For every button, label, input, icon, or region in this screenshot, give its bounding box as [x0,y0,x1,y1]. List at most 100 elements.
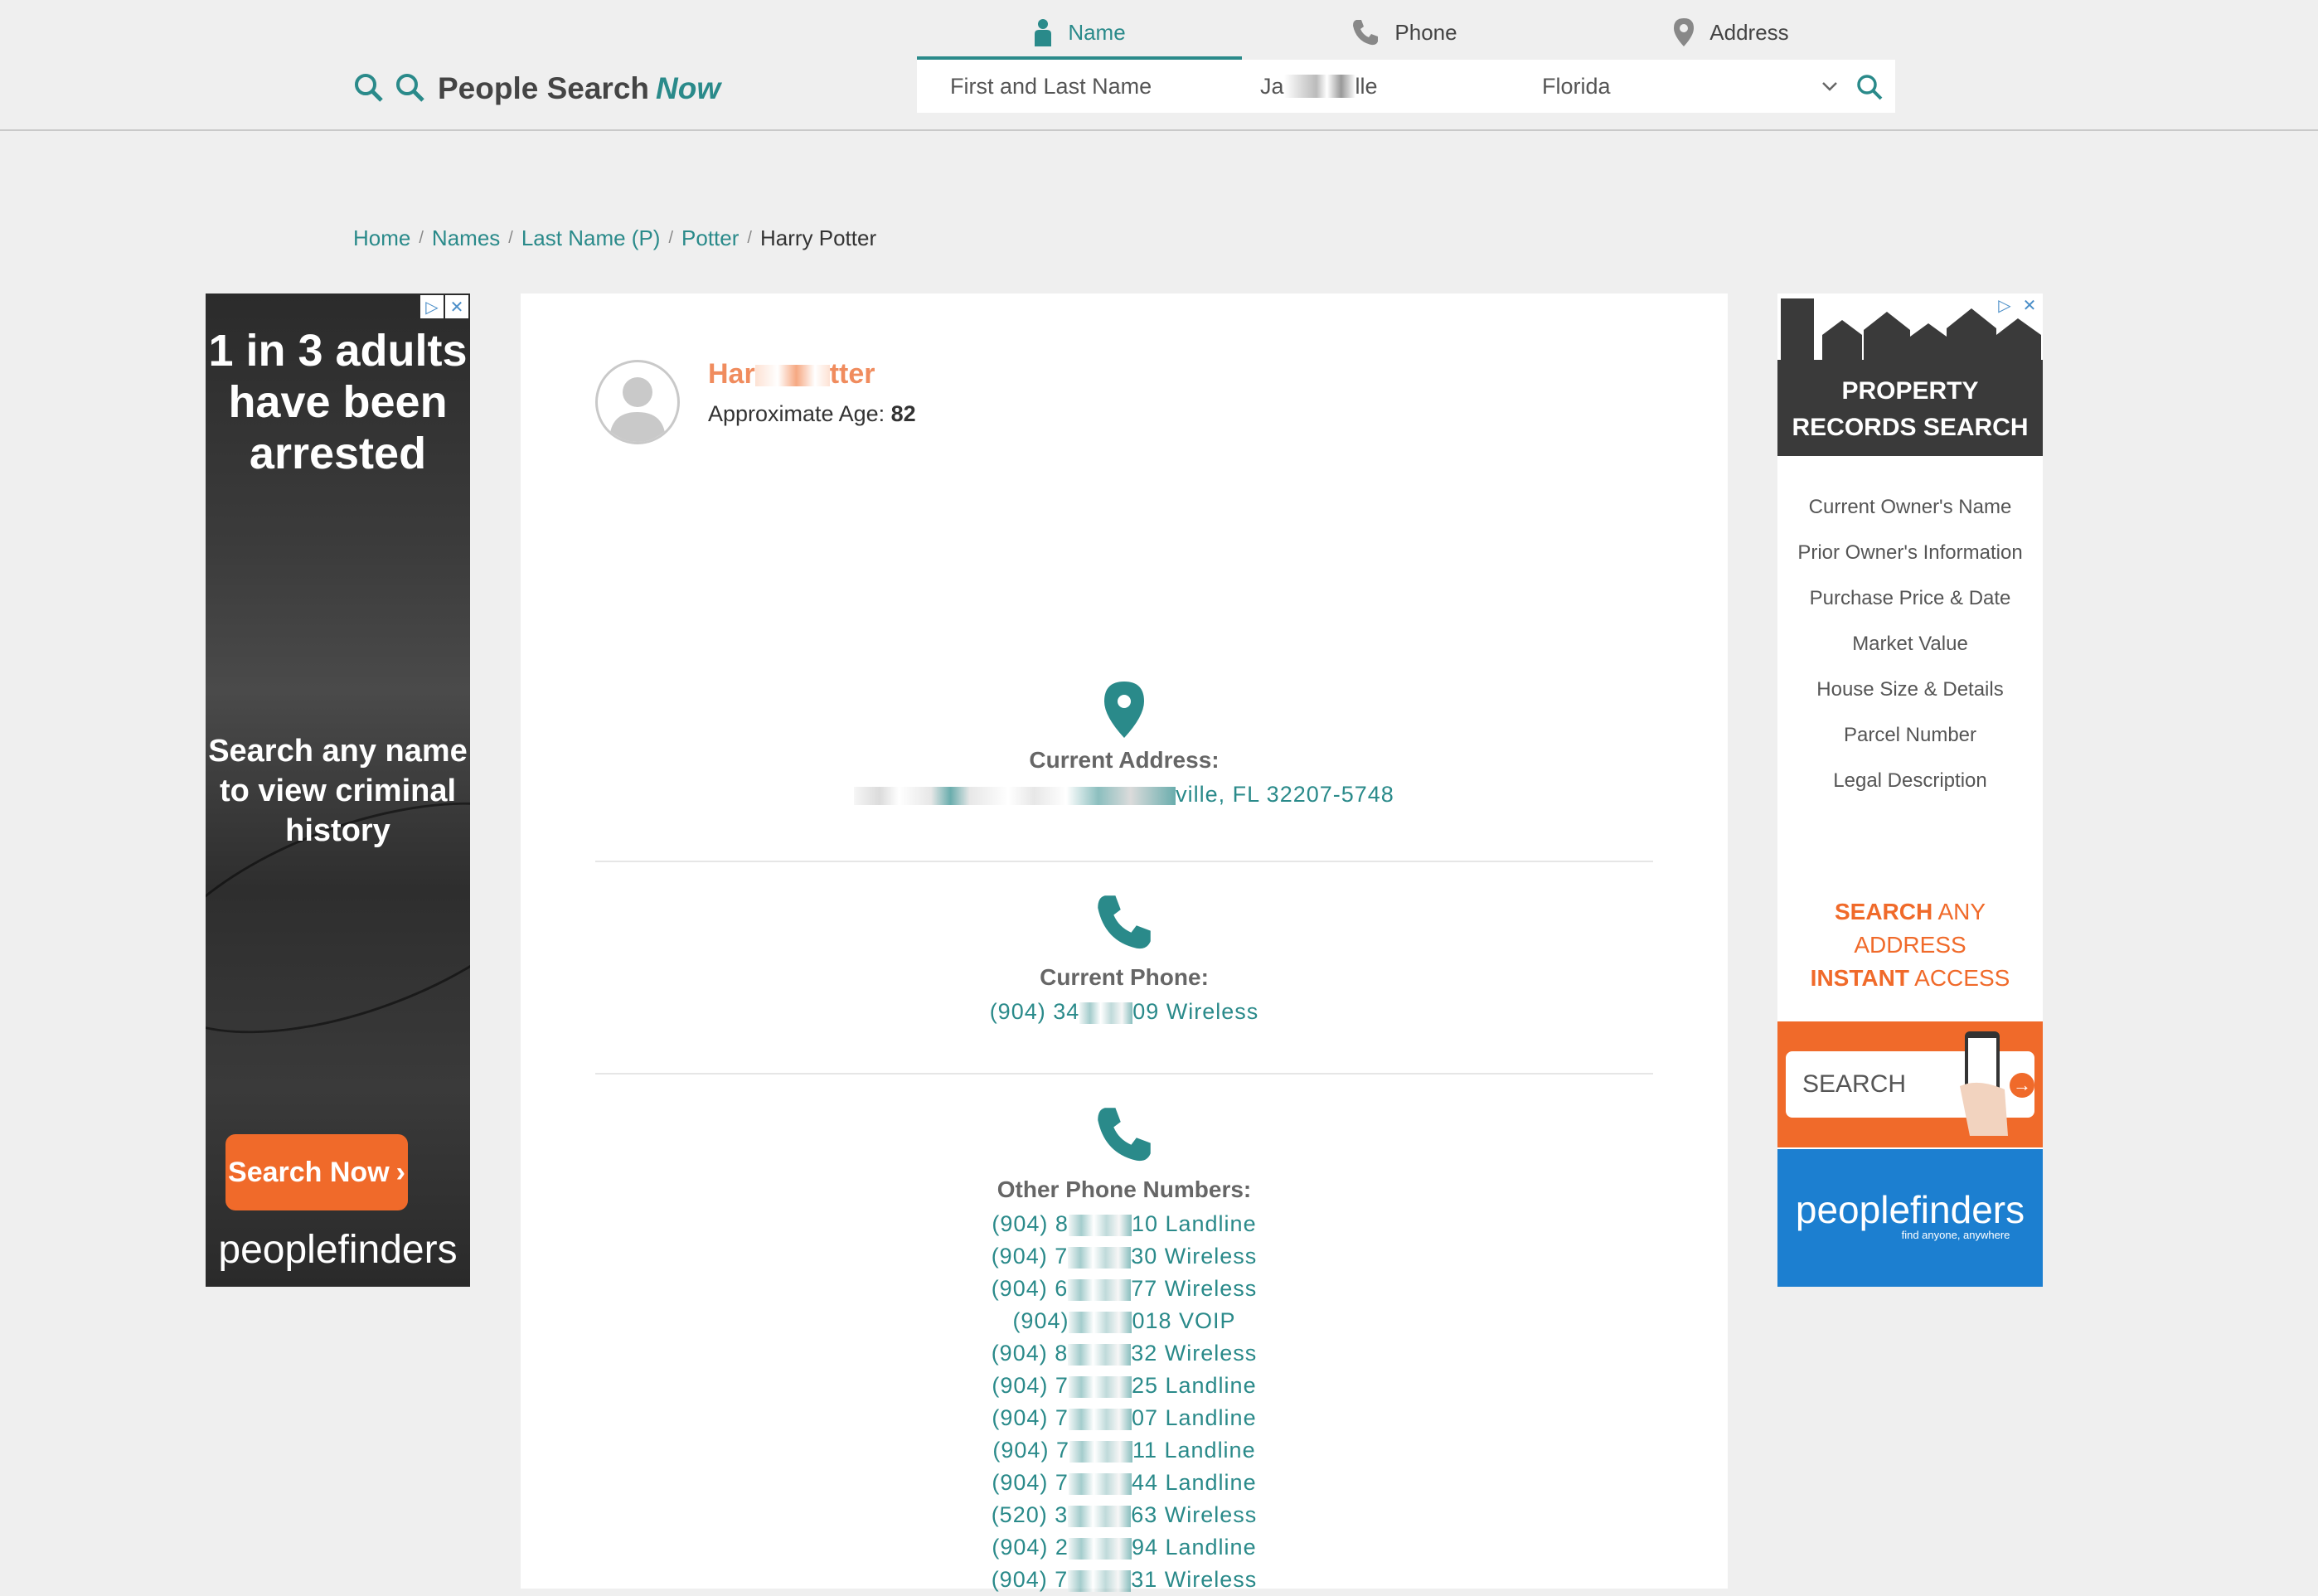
site-logo[interactable]: People Search Now [352,68,720,109]
ad-feature-item: Purchase Price & Date [1809,587,2011,609]
person-name[interactable]: Har tter [708,358,875,391]
breadcrumb-last-name[interactable]: Last Name (P) [521,226,661,251]
redacted-block [1068,1246,1132,1269]
ad-property-header: ▷ ✕ PROPERTY RECORDS SEARCH [1777,293,2043,456]
ad-feature-item: Current Owner's Name [1808,496,2012,518]
city-suffix: lle [1355,73,1378,99]
ad-left-banner[interactable]: ▷ ✕ 1 in 3 adults have been arrested Sear… [206,293,470,1287]
phone-icon [1098,895,1151,949]
other-phones-section: Other Phone Numbers: (904) 8 10 Landline … [595,1104,1653,1596]
avatar [595,360,680,444]
state-select[interactable]: Florida [1542,60,1824,113]
breadcrumb-home[interactable]: Home [353,226,410,251]
ad-feature-item: House Size & Details [1816,678,2004,701]
breadcrumb: Home / Names / Last Name (P) / Potter / … [353,226,876,251]
tab-name[interactable]: Name [917,8,1242,60]
close-icon[interactable]: ✕ [2018,293,2041,317]
person-placeholder-icon [609,377,666,442]
phone-list-item[interactable]: (904) 6 77 Wireless [595,1273,1653,1305]
breadcrumb-separator: / [419,229,424,247]
phone-list-item[interactable]: (904) 018 VOIP [595,1305,1653,1337]
redacted-block [1079,1002,1133,1024]
phone-list-item[interactable]: (904) 8 32 Wireless [595,1337,1653,1370]
redacted-block [1068,1278,1132,1301]
breadcrumb-surname[interactable]: Potter [681,226,739,251]
breadcrumb-current: Harry Potter [759,226,877,250]
phone-list-item[interactable]: (904) 7 44 Landline [595,1467,1653,1499]
redacted-block [1068,1343,1132,1366]
tab-address-label: Address [1709,19,1789,45]
section-divider [595,1073,1653,1075]
ad-skyline-image: ▷ ✕ [1777,293,2043,360]
location-pin-icon [1104,682,1144,738]
breadcrumb-names[interactable]: Names [432,226,500,251]
location-pin-icon [1674,18,1695,46]
phone-icon [1353,20,1379,46]
ad-property-title: PROPERTY RECORDS SEARCH [1792,377,2029,441]
current-phone-value[interactable]: (904) 34 09 Wireless [595,999,1653,1025]
ad-brand-logo: peoplefinders [1795,1188,2025,1231]
phone-list-item[interactable]: (904) 7 30 Wireless [595,1240,1653,1273]
redacted-block [754,365,830,387]
phone-list-item[interactable]: (904) 8 10 Landline [595,1208,1653,1240]
ad-feature-item: Market Value [1852,633,1968,655]
tab-phone[interactable]: Phone [1242,8,1567,56]
current-address-label: Current Address: [1029,747,1220,773]
redacted-block [1068,1408,1132,1430]
site-header: People Search Now Name Phone Address Firs… [0,0,2318,131]
current-address-section: Current Address: ville, FL 32207-5748 [595,680,1653,808]
search-type-tabs: Name Phone Address [917,8,1895,60]
breadcrumb-separator: / [668,229,674,247]
phone-list-item[interactable]: (904) 2 94 Landline [595,1531,1653,1564]
adchoices-icon[interactable]: ▷ [420,295,444,318]
redacted-block [1068,1505,1132,1527]
search-icon[interactable] [1855,73,1884,101]
redacted-block [1068,1375,1132,1398]
redacted-block [1069,1440,1132,1463]
ad-search-area: SEARCH → [1777,1021,2043,1147]
current-phone-label: Current Phone: [1040,964,1209,990]
approximate-age: Approximate Age: 82 [708,401,916,426]
arrow-right-icon[interactable]: → [2010,1073,2034,1098]
tab-address[interactable]: Address [1567,8,1895,56]
redacted-block [1068,1214,1132,1236]
chevron-right-icon: › [395,1156,405,1188]
ad-feature-item: Parcel Number [1843,724,1977,746]
phone-in-hand-image [1960,1031,2008,1136]
phone-list-item[interactable]: (520) 3 63 Wireless [595,1499,1653,1531]
redacted-block [1069,1311,1132,1333]
ad-right-banner[interactable]: ▷ ✕ PROPERTY RECORDS SEARCH Current Owner… [1777,293,2043,1287]
tab-phone-label: Phone [1394,19,1457,45]
magnifier-icon [396,74,424,102]
ad-feature-item: Prior Owner's Information [1797,541,2023,564]
city-field[interactable]: Ja lle [1260,60,1501,113]
other-phones-label: Other Phone Numbers: [997,1176,1252,1202]
ad-feature-list: Current Owner's Name Prior Owner's Infor… [1777,494,2043,813]
ad-brand-area: peoplefinders find anyone, anywhere [1777,1149,2043,1287]
profile-card: Har tter Approximate Age: 82 Current Addr… [521,293,1728,1592]
person-icon [1035,19,1052,46]
section-divider [595,861,1653,862]
phone-list-item[interactable]: (904) 7 25 Landline [595,1370,1653,1402]
phone-icon [1098,1108,1151,1162]
chevron-down-icon[interactable] [1821,78,1839,95]
ad-search-now-button[interactable]: Search Now › [225,1134,408,1210]
ad-brand-logo: peoplefinders [218,1228,458,1272]
redacted-block [1283,75,1355,98]
adchoices-icon[interactable]: ▷ [1993,293,2016,317]
ad-choices[interactable]: ▷ ✕ [1991,293,2041,317]
logo-text: People Search Now [438,71,721,105]
phone-list-item[interactable]: (904) 7 11 Landline [595,1434,1653,1467]
redacted-block [1068,1537,1132,1560]
ad-headline: 1 in 3 adults have been arrested [208,326,468,478]
city-prefix: Ja [1260,73,1284,99]
name-field[interactable]: First and Last Name [950,60,1249,113]
ad-choices[interactable]: ▷ ✕ [419,295,468,318]
magnifier-icon [355,74,383,102]
phone-list-item[interactable]: (904) 7 07 Landline [595,1402,1653,1434]
ad-cta-text: SEARCH ANY ADDRESS INSTANT ACCESS [1810,899,2010,991]
breadcrumb-separator: / [747,229,752,247]
phone-list-item[interactable]: (904) 7 31 Wireless [595,1564,1653,1596]
close-icon[interactable]: ✕ [445,295,468,318]
current-address-value[interactable]: ville, FL 32207-5748 [595,782,1653,808]
